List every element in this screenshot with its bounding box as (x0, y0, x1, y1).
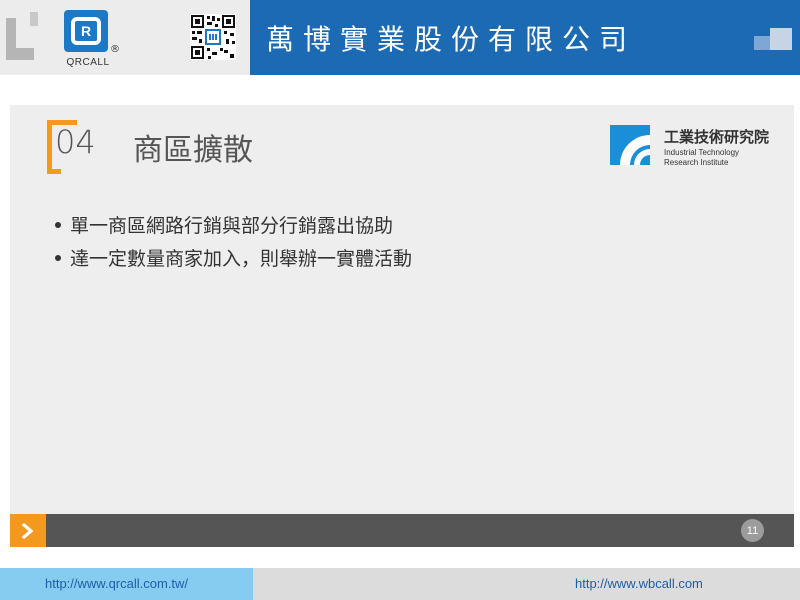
qrcall-website-link[interactable]: http://www.qrcall.com.tw/ (45, 576, 188, 591)
bullet-text: 單一商區網路行銷與部分行銷露出協助 (70, 215, 394, 237)
slide-content: 04 商區擴散 工業技術研究院 Industrial Technology Re… (10, 105, 794, 547)
qrcall-logo-letter: R (71, 17, 101, 45)
header-banner: 萬博實業股份有限公司 (250, 0, 800, 75)
bullet-text: 達一定數量商家加入，則舉辦一實體活動 (70, 248, 413, 270)
qrcall-logo-mark: R (64, 10, 108, 52)
header-brand-area: R ® QRCALL (0, 0, 250, 75)
itri-name-cn: 工業技術研究院 (664, 128, 770, 146)
slide-title: 商區擴散 (133, 133, 253, 168)
itri-name-en-line1: Industrial Technology (664, 148, 740, 157)
bullet-dot-icon (55, 254, 61, 261)
qr-code-icon (190, 14, 236, 60)
qrcall-logo-text: QRCALL (66, 57, 110, 68)
corner-decoration (0, 0, 46, 75)
itri-logo-icon (610, 125, 650, 165)
slide-footer-bar: 11 (10, 514, 794, 547)
bullet-dot-icon (55, 221, 61, 228)
bullet-item: 單一商區網路行銷與部分行銷露出協助 (55, 208, 412, 241)
bullet-list: 單一商區網路行銷與部分行銷露出協助 達一定數量商家加入，則舉辦一實體活動 (55, 208, 412, 274)
registered-mark: ® (110, 44, 120, 55)
footer-link-area-left: http://www.qrcall.com.tw/ (0, 568, 253, 600)
next-arrow-button[interactable] (10, 514, 46, 547)
itri-logo: 工業技術研究院 Industrial Technology Research I… (610, 125, 790, 169)
qrcall-logo: R ® QRCALL (62, 8, 120, 70)
bullet-item: 達一定數量商家加入，則舉辦一實體活動 (55, 241, 412, 274)
company-name: 萬博實業股份有限公司 (266, 23, 637, 56)
section-number: 04 (55, 123, 96, 161)
page-number-badge: 11 (741, 519, 764, 542)
chevron-right-icon (21, 522, 34, 539)
wbcall-website-link[interactable]: http://www.wbcall.com (575, 576, 703, 591)
footer-link-area-right: http://www.wbcall.com (253, 568, 800, 600)
itri-name-en-line2: Research Institute (664, 158, 729, 167)
corner-decoration-right (750, 0, 800, 75)
